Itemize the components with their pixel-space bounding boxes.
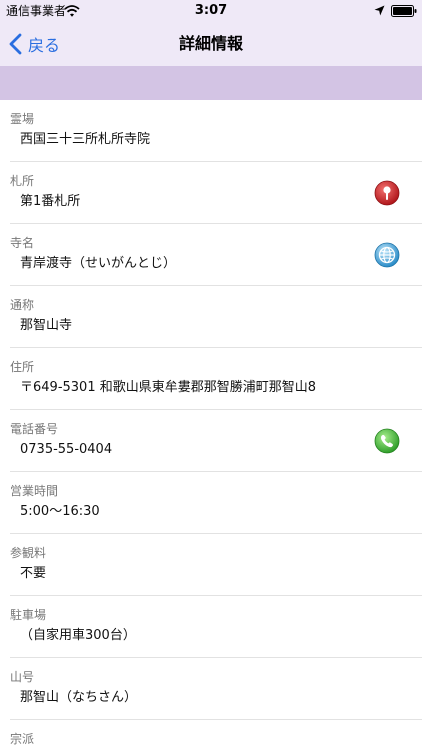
field-label: 電話番号 bbox=[10, 422, 59, 436]
list-item: 札所 第1番札所 bbox=[10, 162, 422, 224]
header-band bbox=[0, 66, 422, 100]
phone-icon[interactable] bbox=[374, 428, 400, 454]
list-item: 駐車場 （自家用車300台） bbox=[10, 596, 422, 658]
field-value: 0735-55-0404 bbox=[20, 442, 113, 457]
page-title: 詳細情報 bbox=[178, 34, 243, 53]
list-item: 霊場 西国三十三所札所寺院 bbox=[10, 100, 422, 162]
list-item: 営業時間 5:00～16:30 bbox=[10, 472, 422, 534]
field-value: 不要 bbox=[20, 566, 47, 581]
field-label: 通称 bbox=[10, 298, 35, 312]
field-value: 青岸渡寺（せいがんとじ） bbox=[20, 256, 177, 271]
field-value: （自家用車300台） bbox=[20, 628, 136, 643]
field-label: 営業時間 bbox=[10, 484, 59, 498]
globe-icon[interactable] bbox=[374, 242, 400, 268]
field-label: 駐車場 bbox=[10, 608, 47, 622]
detail-list: 霊場 西国三十三所札所寺院 札所 第1番札所 寺名 青岸渡寺（せいがんとじ） 通… bbox=[0, 100, 422, 750]
status-bar: 通信事業者 3:07 bbox=[0, 0, 422, 22]
field-label: 宗派 bbox=[10, 732, 35, 746]
list-item: 山号 那智山（なちさん） bbox=[10, 658, 422, 720]
field-label: 寺名 bbox=[10, 236, 35, 250]
field-label: 霊場 bbox=[10, 112, 35, 126]
field-label: 山号 bbox=[10, 670, 35, 684]
field-label: 参観料 bbox=[10, 546, 47, 560]
field-value: 西国三十三所札所寺院 bbox=[20, 132, 151, 147]
status-time: 3:07 bbox=[194, 3, 228, 18]
list-item: 宗派 bbox=[10, 720, 422, 750]
field-value: 第1番札所 bbox=[20, 194, 81, 209]
navigation-bar: 戻る 詳細情報 bbox=[0, 22, 422, 66]
list-item: 住所 〒649-5301 和歌山県東牟婁郡那智勝浦町那智山8 bbox=[10, 348, 422, 410]
field-value: 那智山寺 bbox=[20, 318, 73, 333]
top-bar: 通信事業者 3:07 戻る 詳細情報 bbox=[0, 0, 422, 66]
list-item: 寺名 青岸渡寺（せいがんとじ） bbox=[10, 224, 422, 286]
list-item: 通称 那智山寺 bbox=[10, 286, 422, 348]
field-value: 5:00～16:30 bbox=[20, 504, 100, 519]
field-label: 住所 bbox=[10, 360, 35, 374]
map-pin-icon[interactable] bbox=[374, 180, 400, 206]
list-item: 電話番号 0735-55-0404 bbox=[10, 410, 422, 472]
field-value: 〒649-5301 和歌山県東牟婁郡那智勝浦町那智山8 bbox=[20, 380, 316, 395]
detail-screen: 通信事業者 3:07 戻る 詳細情報 霊場 西国三十三所札所寺院 札所 第1番札… bbox=[0, 0, 422, 750]
field-label: 札所 bbox=[10, 174, 35, 188]
location-arrow-icon bbox=[374, 5, 385, 16]
field-value: 那智山（なちさん） bbox=[20, 690, 138, 705]
list-item: 参観料 不要 bbox=[10, 534, 422, 596]
battery-icon bbox=[391, 5, 417, 17]
